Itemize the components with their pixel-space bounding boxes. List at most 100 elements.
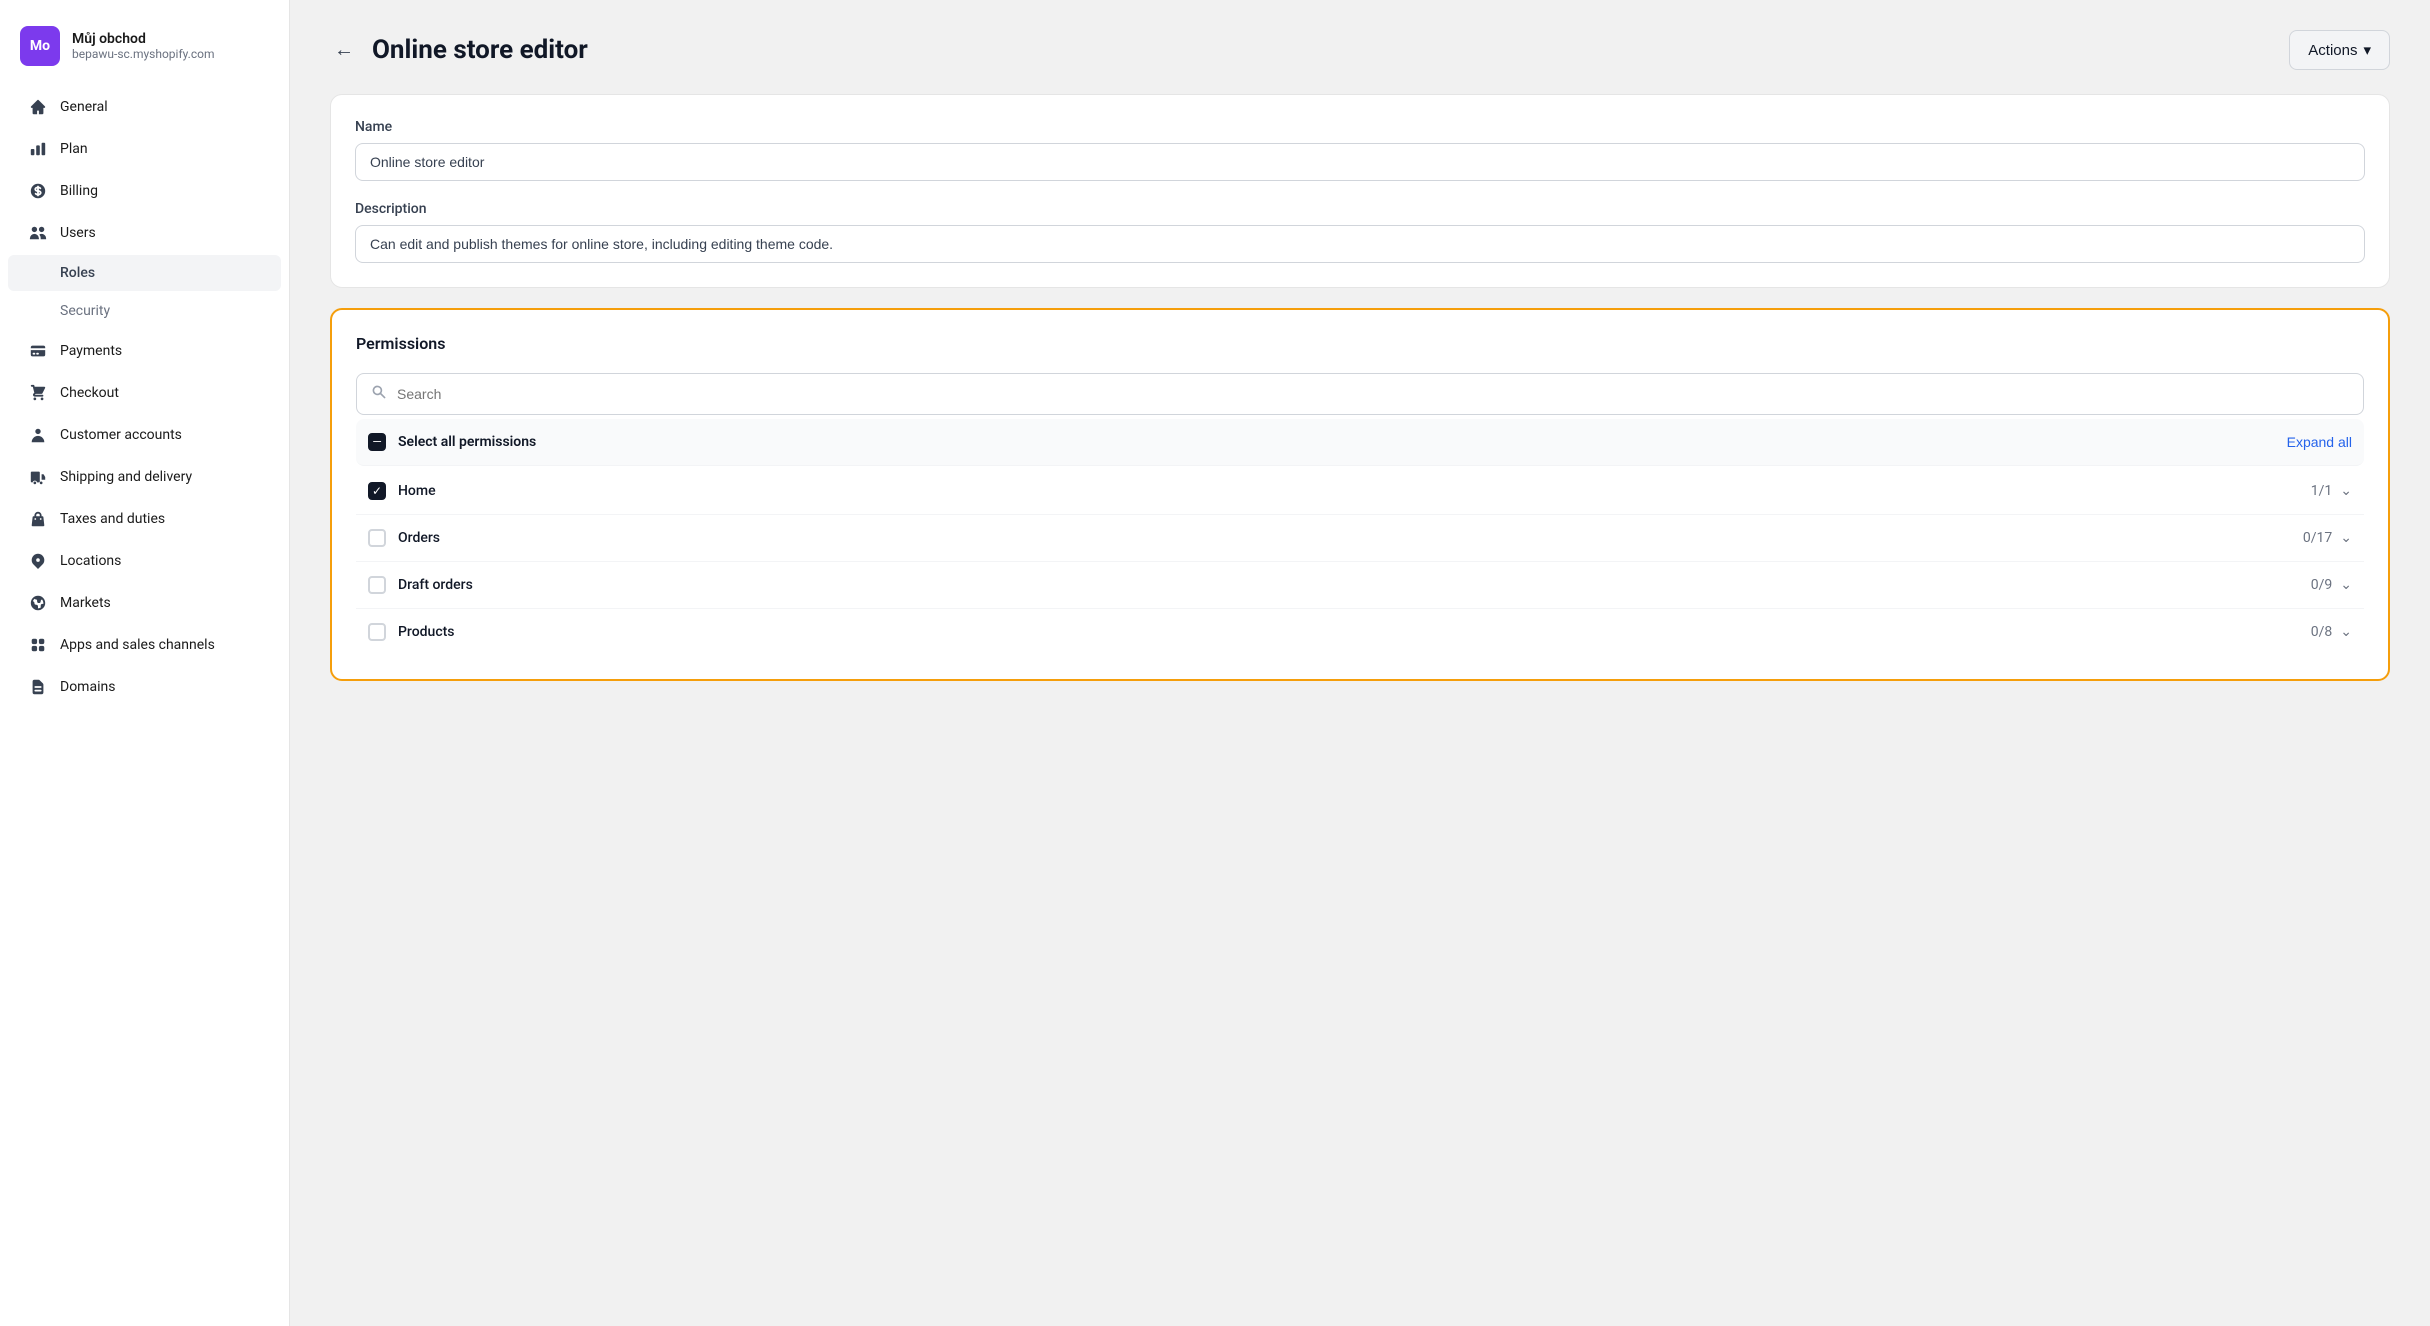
permission-left-home: ✓ Home [368,482,436,500]
permission-count-draft-orders: 0/9 [2311,577,2333,593]
actions-label: Actions [2308,42,2357,59]
sidebar-item-apps[interactable]: Apps and sales channels [8,625,281,665]
sidebar-item-security-label: Security [60,303,110,319]
sidebar-item-domains[interactable]: Domains [8,667,281,707]
expand-all-button[interactable]: Expand all [2287,434,2352,450]
search-icon [371,384,387,404]
description-label: Description [355,201,2365,217]
permission-right-orders: 0/17 ⌄ [2303,530,2352,546]
name-label: Name [355,119,2365,135]
sidebar-item-billing-label: Billing [60,183,98,199]
checkbox-orders[interactable] [368,529,386,547]
page-title: Online store editor [372,35,588,65]
sidebar-item-security[interactable]: Security [8,293,281,329]
name-description-card: Name Description [330,94,2390,288]
permission-count-home: 1/1 [2311,483,2333,499]
sidebar-item-checkout[interactable]: Checkout [8,373,281,413]
select-all-right: Expand all [2287,434,2352,450]
description-input[interactable] [355,225,2365,263]
permission-count-products: 0/8 [2311,624,2333,640]
sidebar-item-roles[interactable]: Roles [8,255,281,291]
sidebar-item-customer-accounts[interactable]: Customer accounts [8,415,281,455]
person-icon [28,425,48,445]
permission-name-draft-orders: Draft orders [398,577,473,593]
select-all-left: — Select all permissions [368,433,536,451]
store-url: bepawu-sc.myshopify.com [72,47,215,61]
sidebar-item-plan-label: Plan [60,141,88,157]
chevron-products-icon[interactable]: ⌄ [2340,624,2352,640]
globe-icon [28,593,48,613]
check-icon: ✓ [372,485,382,497]
chevron-draft-orders-icon[interactable]: ⌄ [2340,577,2352,593]
permission-left-products: Products [368,623,455,641]
apps-icon [28,635,48,655]
store-avatar: Mo [20,26,60,66]
permission-row-products: Products 0/8 ⌄ [356,609,2364,655]
sidebar-item-taxes-label: Taxes and duties [60,511,165,527]
select-all-row: — Select all permissions Expand all [356,419,2364,466]
permission-right-home: 1/1 ⌄ [2311,483,2352,499]
home-icon [28,97,48,117]
select-all-label: Select all permissions [398,434,536,450]
sidebar: Mo Můj obchod bepawu-sc.myshopify.com Ge… [0,0,290,1326]
sidebar-item-general[interactable]: General [8,87,281,127]
permission-name-products: Products [398,624,455,640]
permission-row-home: ✓ Home 1/1 ⌄ [356,468,2364,515]
sidebar-item-roles-label: Roles [60,265,95,281]
truck-icon [28,467,48,487]
permission-right-draft-orders: 0/9 ⌄ [2311,577,2352,593]
permission-name-orders: Orders [398,530,440,546]
sidebar-item-shipping[interactable]: Shipping and delivery [8,457,281,497]
sidebar-item-markets[interactable]: Markets [8,583,281,623]
store-name: Můj obchod [72,31,215,47]
cart-icon [28,383,48,403]
sidebar-item-taxes[interactable]: Taxes and duties [8,499,281,539]
domains-icon [28,677,48,697]
chevron-home-icon[interactable]: ⌄ [2340,483,2352,499]
tax-icon [28,509,48,529]
payments-icon [28,341,48,361]
sidebar-item-domains-label: Domains [60,679,115,695]
sidebar-item-payments-label: Payments [60,343,122,359]
sidebar-item-shipping-label: Shipping and delivery [60,469,192,485]
actions-button[interactable]: Actions ▾ [2289,30,2390,70]
checkbox-home[interactable]: ✓ [368,482,386,500]
sidebar-item-users-label: Users [60,225,96,241]
users-icon [28,223,48,243]
permission-right-products: 0/8 ⌄ [2311,624,2352,640]
store-header[interactable]: Mo Můj obchod bepawu-sc.myshopify.com [0,16,289,86]
chevron-orders-icon[interactable]: ⌄ [2340,530,2352,546]
sidebar-item-locations-label: Locations [60,553,121,569]
permission-row-draft-orders: Draft orders 0/9 ⌄ [356,562,2364,609]
name-field-group: Name [355,119,2365,181]
sidebar-item-locations[interactable]: Locations [8,541,281,581]
checkbox-products[interactable] [368,623,386,641]
select-all-checkbox[interactable]: — [368,433,386,451]
sidebar-item-apps-label: Apps and sales channels [60,637,215,653]
sidebar-item-markets-label: Markets [60,595,111,611]
sidebar-item-payments[interactable]: Payments [8,331,281,371]
nav-section: General Plan Billing Users Roles Securit… [0,86,289,708]
checkbox-draft-orders[interactable] [368,576,386,594]
sidebar-item-general-label: General [60,99,108,115]
page-title-area: ← Online store editor [330,35,588,66]
sidebar-item-plan[interactable]: Plan [8,129,281,169]
search-input[interactable] [397,386,2349,402]
sidebar-item-users[interactable]: Users [8,213,281,253]
sidebar-item-customer-accounts-label: Customer accounts [60,427,182,443]
permission-left-orders: Orders [368,529,440,547]
permissions-card: Permissions — Select all permissions Exp… [330,308,2390,681]
chevron-down-icon: ▾ [2363,41,2371,59]
permissions-title: Permissions [356,334,2364,353]
permission-left-draft-orders: Draft orders [368,576,473,594]
permission-count-orders: 0/17 [2303,530,2332,546]
billing-icon [28,181,48,201]
page-header: ← Online store editor Actions ▾ [330,30,2390,70]
main-content: ← Online store editor Actions ▾ Name Des… [290,0,2430,1326]
permission-name-home: Home [398,483,436,499]
name-input[interactable] [355,143,2365,181]
sidebar-item-billing[interactable]: Billing [8,171,281,211]
back-button[interactable]: ← [330,35,358,66]
minus-icon: — [372,436,381,448]
search-box[interactable] [356,373,2364,415]
